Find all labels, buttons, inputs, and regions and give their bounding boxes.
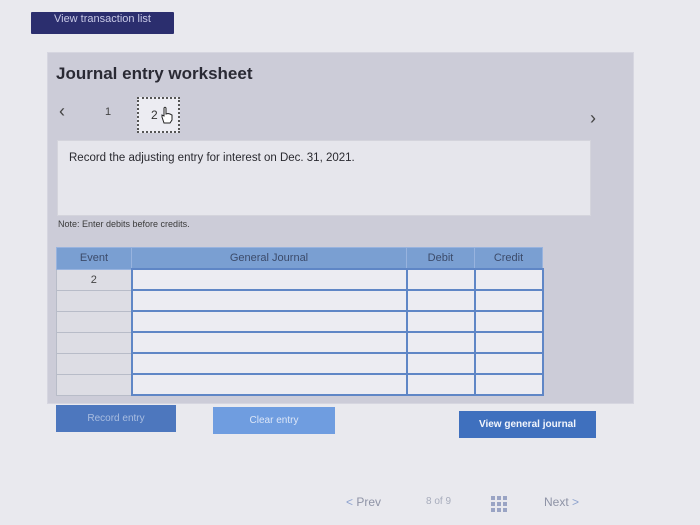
- chevron-left-icon: <: [346, 495, 354, 509]
- account-input[interactable]: [130, 268, 408, 291]
- prev-button[interactable]: < Prev: [346, 495, 381, 509]
- credit-input[interactable]: [473, 352, 544, 375]
- instruction-text: Record the adjusting entry for interest …: [69, 152, 355, 164]
- next-label: Next: [544, 495, 569, 509]
- chevron-right-icon: >: [572, 495, 580, 509]
- event-cell: 2: [56, 268, 132, 291]
- prev-label: Prev: [356, 495, 382, 509]
- grid-icon[interactable]: [491, 496, 507, 512]
- step-1-tab[interactable]: 1: [105, 106, 111, 118]
- event-cell: [56, 331, 132, 354]
- view-general-journal-button[interactable]: View general journal: [459, 411, 596, 438]
- record-entry-button[interactable]: Record entry: [56, 405, 176, 432]
- column-header-event: Event: [56, 247, 132, 270]
- account-input[interactable]: [130, 373, 408, 396]
- column-header-debit: Debit: [406, 247, 475, 270]
- debit-input[interactable]: [405, 373, 476, 396]
- worksheet-title: Journal entry worksheet: [56, 64, 253, 83]
- event-cell: [56, 289, 132, 312]
- debit-input[interactable]: [405, 268, 476, 291]
- step-2-label: 2: [151, 108, 158, 122]
- debit-input[interactable]: [405, 289, 476, 312]
- step-2-tab[interactable]: 2: [137, 97, 180, 133]
- debit-input[interactable]: [405, 352, 476, 375]
- view-transaction-list-button[interactable]: View transaction list: [31, 12, 174, 34]
- instruction-box: Record the adjusting entry for interest …: [57, 140, 591, 216]
- account-input[interactable]: [130, 289, 408, 312]
- debit-input[interactable]: [405, 310, 476, 333]
- table-row: [56, 310, 544, 333]
- column-header-general-journal: General Journal: [131, 247, 407, 270]
- event-cell: [56, 373, 132, 396]
- next-button[interactable]: Next >: [544, 495, 579, 509]
- credit-input[interactable]: [473, 310, 544, 333]
- credit-input[interactable]: [473, 373, 544, 396]
- event-cell: [56, 310, 132, 333]
- table-row: 2: [56, 268, 544, 291]
- debit-input[interactable]: [405, 331, 476, 354]
- credit-input[interactable]: [473, 331, 544, 354]
- column-header-credit: Credit: [474, 247, 543, 270]
- credit-input[interactable]: [473, 289, 544, 312]
- credit-input[interactable]: [473, 268, 544, 291]
- account-input[interactable]: [130, 331, 408, 354]
- chevron-right-icon[interactable]: ›: [590, 108, 596, 129]
- journal-table: Event General Journal Debit Credit 2: [56, 247, 544, 396]
- hand-pointer-icon: [161, 106, 173, 124]
- table-row: [56, 352, 544, 375]
- account-input[interactable]: [130, 352, 408, 375]
- account-input[interactable]: [130, 310, 408, 333]
- table-row: [56, 373, 544, 396]
- page-count: 8 of 9: [426, 496, 452, 507]
- clear-entry-button[interactable]: Clear entry: [213, 407, 335, 434]
- note-text: Note: Enter debits before credits.: [58, 219, 190, 229]
- table-row: [56, 289, 544, 312]
- table-row: [56, 331, 544, 354]
- chevron-left-icon[interactable]: ‹: [59, 101, 65, 122]
- event-cell: [56, 352, 132, 375]
